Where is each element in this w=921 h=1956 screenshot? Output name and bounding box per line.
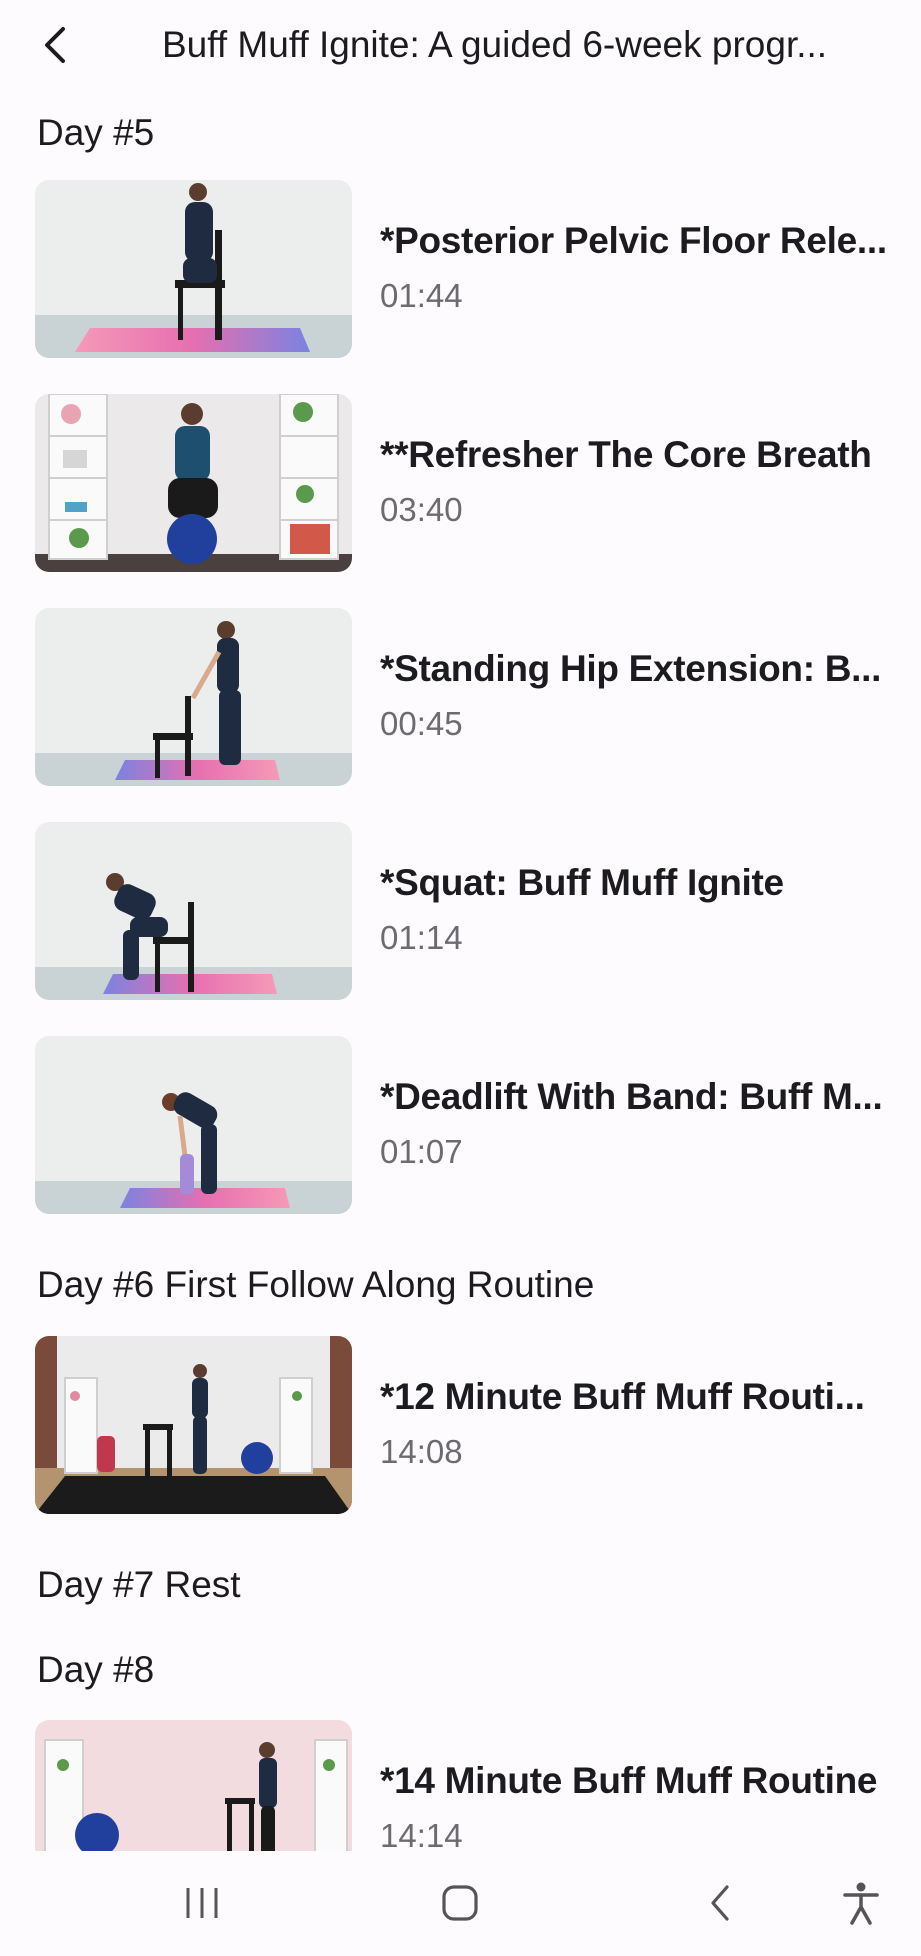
video-title: *12 Minute Buff Muff Routi... [380,1376,865,1417]
video-list-item[interactable]: *12 Minute Buff Muff Routi... 14:08 [0,1336,921,1514]
accessibility-button[interactable] [826,1871,896,1935]
video-title: *14 Minute Buff Muff Routine [380,1760,878,1801]
video-duration: 14:08 [380,1433,463,1470]
day-header: Day #5 [37,112,155,153]
video-duration: 01:07 [380,1133,463,1170]
home-icon [442,1885,478,1921]
video-thumbnail [35,822,352,1000]
video-title: *Standing Hip Extension: B... [380,648,882,689]
video-thumbnail [35,608,352,786]
back-button[interactable] [30,20,80,70]
day-header: Day #8 [37,1649,155,1690]
program-content-list[interactable]: Day #5 *Posterior Pelvic Floor Rele... 0… [0,96,921,1851]
video-title: *Deadlift With Band: Buff M... [380,1076,883,1117]
recent-apps-button[interactable] [167,1871,237,1935]
video-duration: 14:14 [380,1817,463,1851]
recent-apps-icon [186,1888,218,1918]
video-title: *Squat: Buff Muff Ignite [380,862,784,903]
home-button[interactable] [425,1871,495,1935]
video-thumbnail [35,1036,352,1214]
video-duration: 00:45 [380,705,463,742]
video-thumbnail [35,1720,352,1851]
video-thumbnail [35,1336,352,1514]
day-header: Day #7 Rest [37,1564,241,1605]
video-duration: 01:44 [380,277,463,314]
video-list-item[interactable]: *Posterior Pelvic Floor Rele... 01:44 [0,180,921,358]
day-header: Day #6 First Follow Along Routine [37,1264,595,1305]
chevron-left-icon [45,27,65,63]
system-back-button[interactable] [685,1871,755,1935]
top-app-bar: Buff Muff Ignite: A guided 6-week progr.… [0,0,921,96]
video-list-item[interactable]: *Standing Hip Extension: B... 00:45 [0,608,921,786]
video-list-item[interactable]: *Deadlift With Band: Buff M... 01:07 [0,1036,921,1214]
system-navigation-bar [0,1851,921,1956]
video-title: *Posterior Pelvic Floor Rele... [380,220,887,261]
video-list-item[interactable]: *Squat: Buff Muff Ignite 01:14 [0,822,921,1000]
video-thumbnail [35,394,352,572]
video-duration: 03:40 [380,491,463,528]
video-duration: 01:14 [380,919,463,956]
accessibility-icon [843,1882,879,1925]
video-list-item[interactable]: **Refresher The Core Breath 03:40 [0,394,921,572]
back-icon [711,1885,729,1921]
video-title: **Refresher The Core Breath [380,434,872,475]
video-thumbnail [35,180,352,358]
page-title: Buff Muff Ignite: A guided 6-week progr.… [162,24,828,65]
video-list-item[interactable]: *14 Minute Buff Muff Routine 14:14 [0,1720,921,1851]
